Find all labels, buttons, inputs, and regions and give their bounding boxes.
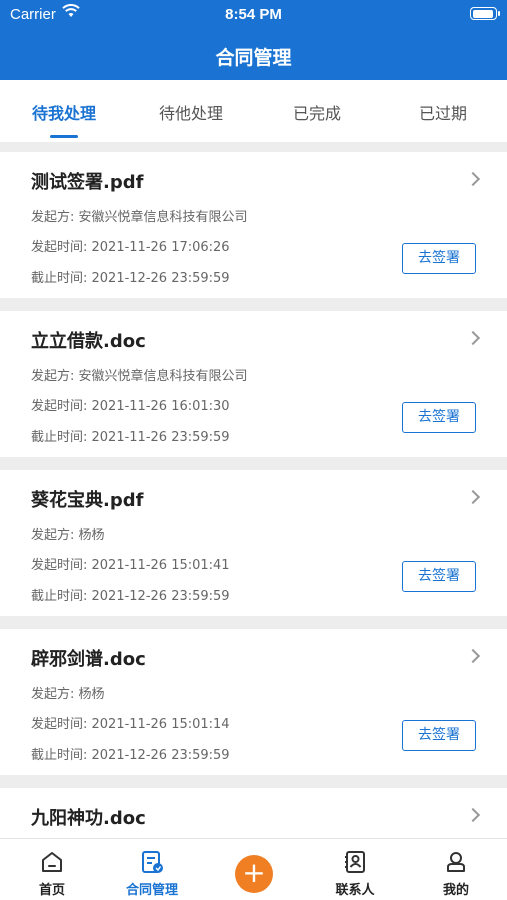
tabbar-item-mine[interactable]: 我的 bbox=[405, 839, 507, 900]
tabbar-label-mine: 我的 bbox=[442, 883, 469, 898]
contract-doc-icon bbox=[139, 849, 165, 879]
contract-start-time: 发起时间: 2021-11-26 17:06:26 bbox=[31, 240, 230, 255]
battery-icon bbox=[470, 7, 500, 20]
chevron-right-icon bbox=[465, 489, 481, 505]
contract-title: 立立借款.doc bbox=[31, 331, 146, 352]
tabbar-item-contacts[interactable]: 联系人 bbox=[305, 839, 405, 900]
contract-initiator: 发起方: 杨杨 bbox=[31, 528, 105, 543]
sign-button[interactable]: 去签署 bbox=[402, 561, 476, 592]
contract-start-time: 发起时间: 2021-11-26 15:01:41 bbox=[31, 558, 230, 573]
contract-initiator: 发起方: 安徽兴悦章信息科技有限公司 bbox=[31, 210, 248, 225]
contract-deadline: 截止时间: 2021-12-26 23:59:59 bbox=[31, 748, 230, 763]
bottom-tab-bar: 首页 合同管理 + 联系人 我的 bbox=[0, 838, 507, 900]
page-title: 合同管理 bbox=[215, 47, 292, 69]
chevron-right-icon bbox=[465, 171, 481, 187]
contract-deadline: 截止时间: 2021-12-26 23:59:59 bbox=[31, 589, 230, 604]
contract-card[interactable]: 立立借款.doc 发起方: 安徽兴悦章信息科技有限公司 发起时间: 2021-1… bbox=[0, 311, 507, 457]
contract-title: 测试签署.pdf bbox=[31, 172, 144, 193]
contract-start-time: 发起时间: 2021-11-26 15:01:14 bbox=[31, 717, 230, 732]
sign-button[interactable]: 去签署 bbox=[402, 402, 476, 433]
home-icon bbox=[39, 849, 65, 879]
chevron-right-icon bbox=[465, 648, 481, 664]
contacts-icon bbox=[342, 849, 368, 879]
chevron-right-icon bbox=[465, 807, 481, 823]
tab-active-indicator bbox=[50, 135, 78, 138]
status-tabs: 待我处理 待他处理 已完成 已过期 bbox=[0, 80, 507, 142]
contract-title: 葵花宝典.pdf bbox=[31, 490, 144, 511]
contract-card[interactable]: 测试签署.pdf 发起方: 安徽兴悦章信息科技有限公司 发起时间: 2021-1… bbox=[0, 152, 507, 298]
tabbar-label-contracts: 合同管理 bbox=[125, 883, 178, 898]
contract-card[interactable]: 辟邪剑谱.doc 发起方: 杨杨 发起时间: 2021-11-26 15:01:… bbox=[0, 629, 507, 775]
profile-icon bbox=[443, 849, 469, 879]
contract-card[interactable]: 葵花宝典.pdf 发起方: 杨杨 发起时间: 2021-11-26 15:01:… bbox=[0, 470, 507, 616]
sign-button[interactable]: 去签署 bbox=[402, 243, 476, 274]
contract-initiator: 发起方: 安徽兴悦章信息科技有限公司 bbox=[31, 369, 248, 384]
add-button[interactable]: + bbox=[235, 855, 273, 893]
tabbar-label-home: 首页 bbox=[38, 883, 65, 898]
tabbar-item-home[interactable]: 首页 bbox=[0, 839, 104, 900]
tab-expired[interactable]: 已过期 bbox=[393, 100, 493, 124]
status-time: 8:54 PM bbox=[225, 6, 282, 23]
contract-start-time: 发起时间: 2021-11-26 16:01:30 bbox=[31, 399, 230, 414]
tab-completed[interactable]: 已完成 bbox=[267, 100, 367, 124]
tabbar-item-contracts[interactable]: 合同管理 bbox=[104, 839, 200, 900]
status-bar: Carrier 8:54 PM bbox=[0, 0, 507, 28]
contract-title: 辟邪剑谱.doc bbox=[31, 649, 146, 670]
chevron-right-icon bbox=[465, 330, 481, 346]
contract-deadline: 截止时间: 2021-11-26 23:59:59 bbox=[31, 430, 230, 445]
contract-title: 九阳神功.doc bbox=[31, 808, 146, 829]
contract-deadline: 截止时间: 2021-12-26 23:59:59 bbox=[31, 271, 230, 286]
contract-initiator: 发起方: 杨杨 bbox=[31, 687, 105, 702]
tab-pending-me[interactable]: 待我处理 bbox=[14, 100, 114, 124]
nav-header: Carrier 8:54 PM 合同管理 bbox=[0, 0, 507, 80]
tab-pending-others[interactable]: 待他处理 bbox=[141, 100, 241, 124]
sign-button[interactable]: 去签署 bbox=[402, 720, 476, 751]
tabbar-label-contacts: 联系人 bbox=[335, 883, 375, 898]
